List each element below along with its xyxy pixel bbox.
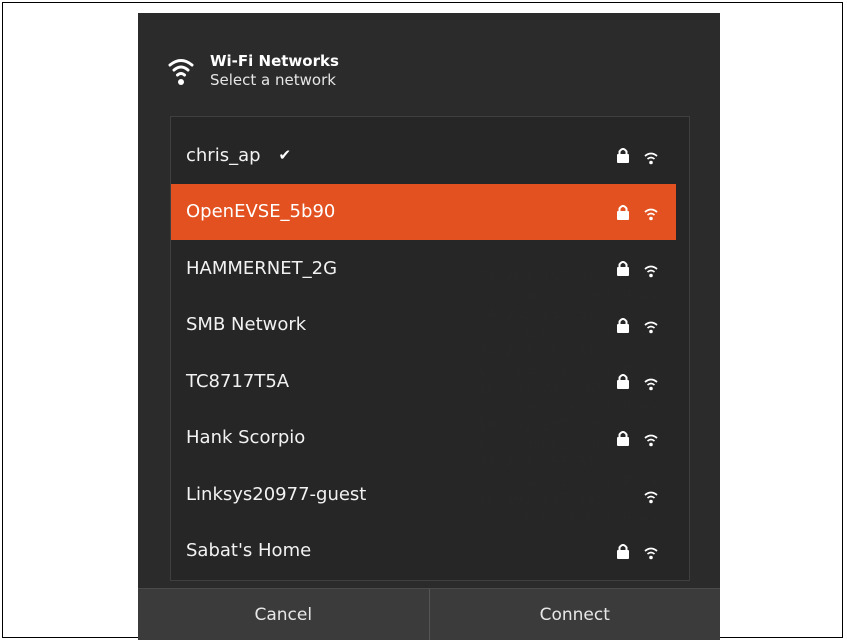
network-name: chris_ap xyxy=(186,144,261,166)
wifi-signal-icon xyxy=(644,488,658,503)
network-status-icons xyxy=(616,353,658,409)
wifi-signal-icon xyxy=(644,318,658,334)
network-name: OpenEVSE_5b90 xyxy=(186,201,336,222)
network-row[interactable]: Linksys20977-guest xyxy=(171,466,676,522)
network-name: SMB Network xyxy=(186,314,307,335)
wifi-signal-icon xyxy=(644,205,658,221)
lock-icon xyxy=(616,260,630,276)
lock-icon xyxy=(616,204,630,220)
network-name: Hank Scorpio xyxy=(186,427,306,448)
network-status-icons xyxy=(616,240,658,296)
network-status-icons xyxy=(616,523,658,579)
network-row[interactable]: Sabat's Home xyxy=(171,523,676,579)
network-name: TC8717T5A xyxy=(186,370,290,392)
network-row[interactable]: SMB Network xyxy=(171,297,676,353)
wifi-dialog: 74.208.157.51 chris@chris-OptiPlex 74.20… xyxy=(138,13,720,640)
network-row[interactable]: TC8717T5A xyxy=(171,353,676,409)
network-status-icons xyxy=(616,297,658,353)
network-row[interactable]: chris_ap ✔ xyxy=(171,127,676,183)
network-name: HAMMERNET_2G xyxy=(186,257,338,279)
network-list[interactable]: chris_ap ✔ OpenEVSE_5b90 HAMMERNET_2G SMB Ne… xyxy=(170,116,690,581)
lock-icon xyxy=(616,317,630,333)
network-status-icons xyxy=(616,410,658,466)
lock-icon xyxy=(616,543,630,559)
network-status-icons xyxy=(616,466,658,522)
wifi-signal-icon xyxy=(644,262,658,277)
network-row[interactable]: Hank Scorpio xyxy=(171,410,676,466)
dialog-footer: Cancel Connect xyxy=(138,588,720,640)
dialog-title: Wi-Fi Networks xyxy=(210,52,339,70)
lock-icon xyxy=(616,147,630,163)
dialog-subtitle: Select a network xyxy=(210,71,336,89)
lock-icon xyxy=(616,373,630,389)
check-icon: ✔ xyxy=(278,146,292,164)
network-status-icons xyxy=(616,184,658,240)
network-status-icons xyxy=(616,127,658,183)
network-row[interactable]: OpenEVSE_5b90 xyxy=(171,183,676,240)
wifi-signal-icon xyxy=(644,431,658,447)
network-row[interactable]: HAMMERNET_2G xyxy=(171,240,676,296)
lock-icon xyxy=(616,430,630,446)
wifi-signal-icon xyxy=(644,544,658,560)
lock-spacer xyxy=(616,486,630,502)
network-name: Linksys20977-guest xyxy=(186,483,367,505)
network-name: Sabat's Home xyxy=(186,540,312,561)
wifi-icon xyxy=(168,59,194,85)
connect-button[interactable]: Connect xyxy=(428,589,721,640)
dialog-header: Wi-Fi Networks Select a network xyxy=(168,49,339,93)
cancel-button[interactable]: Cancel xyxy=(138,589,429,640)
wifi-signal-icon xyxy=(644,149,658,164)
wifi-signal-icon xyxy=(644,375,658,390)
